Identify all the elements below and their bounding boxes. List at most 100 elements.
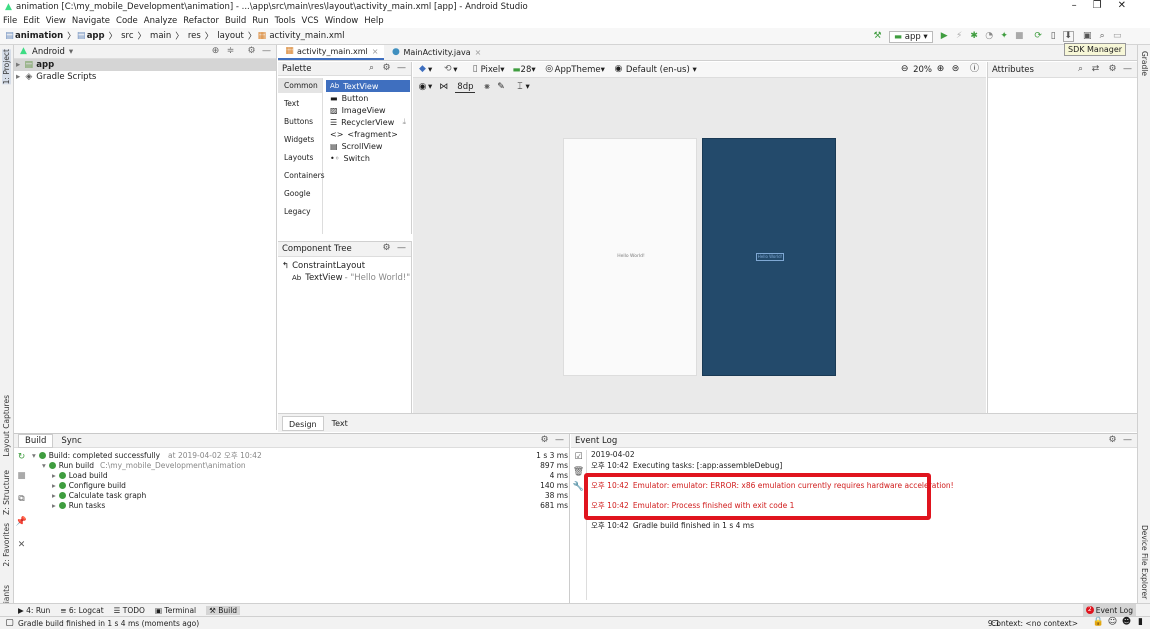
hide-icon[interactable]: —: [554, 435, 565, 446]
download-icon[interactable]: ⤓: [402, 117, 406, 127]
side-tab-favorites[interactable]: 2: Favorites: [2, 523, 11, 567]
menu-tools[interactable]: Tools: [275, 16, 296, 26]
hide-icon[interactable]: —: [1122, 64, 1133, 75]
close-icon[interactable]: ✕: [16, 540, 27, 551]
tree-node-textview[interactable]: Ab TextView - "Hello World!": [278, 272, 411, 284]
build-row-configure[interactable]: ▸ Configure build 140 ms: [32, 480, 568, 490]
palette-category-common[interactable]: Common: [278, 78, 322, 93]
palette-category-containers[interactable]: Containers: [278, 168, 325, 183]
rerun-icon[interactable]: ↻: [16, 452, 27, 463]
debug-icon[interactable]: ✱: [969, 31, 980, 42]
tab-design[interactable]: Design: [282, 415, 324, 431]
clear-constraints-icon[interactable]: ⨳: [481, 82, 492, 93]
theme-select[interactable]: AppTheme: [555, 65, 601, 75]
sync-tab[interactable]: Sync: [53, 436, 90, 446]
close-icon[interactable]: ×: [475, 45, 482, 60]
side-tab-layout-captures[interactable]: Layout Captures: [2, 395, 11, 457]
palette-category-widgets[interactable]: Widgets: [278, 132, 322, 147]
breadcrumb-animation[interactable]: animation: [15, 31, 63, 41]
build-row-completed[interactable]: ▾ Build: completed successfully at 2019-…: [32, 450, 568, 460]
sync-gradle-icon[interactable]: ⟳: [1033, 31, 1044, 42]
search-icon[interactable]: ⌕: [366, 63, 377, 74]
blueprint-preview[interactable]: Hello World!: [702, 138, 836, 376]
menu-run[interactable]: Run: [252, 16, 268, 26]
hide-icon[interactable]: —: [261, 46, 272, 57]
copy-icon[interactable]: ⧉: [16, 494, 27, 505]
autoconnect-icon[interactable]: ⋈: [438, 82, 449, 93]
menu-file[interactable]: File: [3, 16, 17, 26]
zoom-in-icon[interactable]: ⊕: [935, 64, 946, 75]
project-structure-icon[interactable]: ▣: [1082, 31, 1093, 42]
menu-vcs[interactable]: VCS: [302, 16, 319, 26]
breadcrumb-layout[interactable]: layout: [217, 31, 244, 41]
toolwindow-terminal[interactable]: ▣ Terminal: [155, 606, 196, 615]
tree-item-app[interactable]: ▸ ▤ app: [14, 59, 276, 71]
palette-category-legacy[interactable]: Legacy: [278, 204, 322, 219]
gear-icon[interactable]: ⚙: [381, 243, 392, 254]
layers-icon[interactable]: ◆: [417, 64, 428, 75]
tree-node-constraintlayout[interactable]: ↰ ConstraintLayout: [278, 260, 411, 272]
avd-manager-icon[interactable]: ▯: [1048, 31, 1059, 42]
tab-main-activity[interactable]: ● MainActivity.java ×: [384, 45, 487, 60]
feedback-icon[interactable]: ☻: [1121, 617, 1132, 628]
project-view-select[interactable]: Android: [32, 47, 65, 57]
build-row-run-tasks[interactable]: ▸ Run tasks 681 ms: [32, 500, 568, 510]
sdk-manager-icon[interactable]: ⬇: [1062, 31, 1074, 42]
window-controls[interactable]: –❐✕: [1072, 0, 1142, 11]
default-margin[interactable]: 8dp: [455, 82, 476, 93]
status-position[interactable]: 9:1: [988, 619, 1000, 628]
hide-icon[interactable]: —: [1122, 435, 1133, 446]
breadcrumb-src[interactable]: src: [121, 31, 133, 41]
stop-icon[interactable]: ■: [1014, 31, 1025, 42]
breadcrumb-file[interactable]: activity_main.xml: [269, 31, 344, 41]
design-preview[interactable]: Hello World!: [563, 138, 697, 376]
hammer-icon[interactable]: ⚒: [872, 31, 883, 42]
pin-icon[interactable]: 📌: [16, 517, 27, 528]
run-icon[interactable]: ▶: [939, 31, 950, 42]
build-tab[interactable]: Build: [18, 433, 54, 448]
design-canvas[interactable]: Hello World! Hello World!: [413, 78, 986, 413]
close-icon[interactable]: ×: [372, 44, 379, 59]
eye-icon[interactable]: ◉: [417, 82, 428, 93]
build-row-task-graph[interactable]: ▸ Calculate task graph 38 ms: [32, 490, 568, 500]
swap-view-icon[interactable]: ⇄: [1090, 64, 1101, 75]
palette-item-fragment[interactable]: <> <fragment>: [326, 128, 410, 140]
hector-icon[interactable]: ☺: [1107, 617, 1118, 628]
toolwindow-event-log[interactable]: 2 Event Log: [1082, 604, 1136, 616]
zoom-fit-icon[interactable]: ⊜: [950, 64, 961, 75]
build-row-run-build[interactable]: ▾ Run build C:\my_mobile_Development\ani…: [32, 460, 568, 470]
gear-icon[interactable]: ⚙: [1107, 64, 1118, 75]
search-icon[interactable]: ⌕: [1075, 64, 1086, 75]
trash-icon[interactable]: 🗑: [573, 467, 584, 478]
hide-icon[interactable]: —: [396, 243, 407, 254]
profile-icon[interactable]: ◔: [984, 31, 995, 42]
palette-item-imageview[interactable]: ▨ ImageView: [326, 104, 410, 116]
palette-item-button[interactable]: ▬ Button: [326, 92, 410, 104]
run-config-select[interactable]: ▬ app ▾: [889, 30, 933, 43]
locate-icon[interactable]: ⊕: [210, 46, 221, 57]
memory-icon[interactable]: ▮: [1135, 617, 1146, 628]
tree-item-gradle-scripts[interactable]: ▸ ◈ Gradle Scripts: [14, 71, 276, 83]
palette-category-layouts[interactable]: Layouts: [278, 150, 322, 165]
palette-item-recyclerview[interactable]: ☰ RecyclerView ⤓: [326, 116, 410, 128]
menu-navigate[interactable]: Navigate: [72, 16, 110, 26]
tab-activity-main[interactable]: ▦ activity_main.xml ×: [278, 44, 385, 60]
palette-category-text[interactable]: Text: [278, 96, 322, 111]
build-row-load[interactable]: ▸ Load build 4 ms: [32, 470, 568, 480]
side-tab-structure[interactable]: Z: Structure: [2, 470, 11, 515]
orientation-icon[interactable]: ⟲: [442, 64, 453, 75]
warnings-icon[interactable]: ⓘ: [969, 64, 980, 75]
gear-icon[interactable]: ⚙: [539, 435, 550, 446]
menu-help[interactable]: Help: [364, 16, 383, 26]
blueprint-textview[interactable]: Hello World!: [756, 253, 784, 261]
toolwindow-logcat[interactable]: ≡ 6: Logcat: [60, 606, 103, 615]
toolwindow-build[interactable]: ⚒ Build: [206, 605, 241, 615]
toolwindow-todo[interactable]: ☰ TODO: [114, 606, 145, 615]
zoom-out-icon[interactable]: ⊖: [899, 64, 910, 75]
menu-code[interactable]: Code: [116, 16, 138, 26]
side-tab-device-file-explorer[interactable]: Device File Explorer: [1140, 525, 1149, 599]
tab-text[interactable]: Text: [326, 416, 354, 431]
menu-view[interactable]: View: [46, 16, 66, 26]
hide-icon[interactable]: —: [396, 63, 407, 74]
apply-changes-icon[interactable]: ⚡: [954, 31, 965, 42]
